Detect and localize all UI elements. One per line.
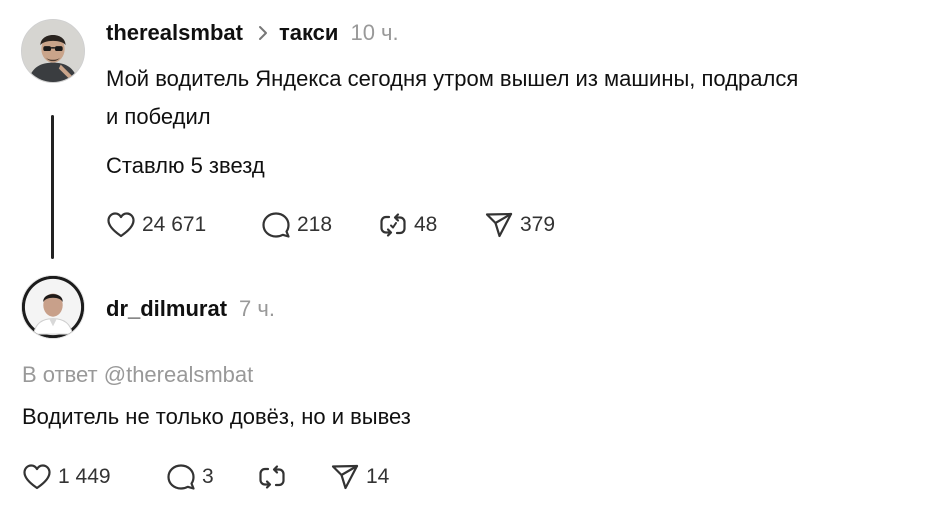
post-timestamp: 10 ч. bbox=[350, 20, 399, 45]
reply-share-count: 14 bbox=[366, 465, 390, 488]
post-text-line-1: Мой водитель Яндекса сегодня утром вышел… bbox=[106, 66, 799, 91]
reply-timestamp: 7 ч. bbox=[239, 296, 275, 321]
reply-repost-button[interactable] bbox=[257, 457, 287, 497]
reply-reply-button[interactable]: 3 bbox=[166, 457, 214, 497]
post-topic-tag[interactable]: такси bbox=[279, 20, 339, 46]
paper-plane-icon bbox=[484, 211, 514, 239]
post-body: Мой водитель Яндекса сегодня утром вышел… bbox=[106, 60, 926, 136]
chevron-right-icon bbox=[251, 21, 275, 45]
post-text-line-2: и победил bbox=[106, 104, 211, 129]
heart-icon bbox=[22, 463, 52, 491]
repost-icon bbox=[378, 211, 408, 239]
repost-button[interactable]: 48 bbox=[378, 205, 437, 245]
share-count: 379 bbox=[520, 213, 556, 236]
like-button[interactable]: 24 671 bbox=[106, 205, 206, 245]
post-text-extra: Ставлю 5 звезд bbox=[106, 153, 265, 178]
comment-bubble-icon bbox=[166, 463, 196, 491]
post-author-username[interactable]: therealsmbat bbox=[106, 20, 243, 46]
reply-reply-count: 3 bbox=[202, 465, 214, 488]
reply-button[interactable]: 218 bbox=[261, 205, 332, 245]
reply-header: dr_dilmurat 7 ч. bbox=[106, 293, 275, 325]
reply-author-avatar[interactable] bbox=[21, 275, 85, 339]
like-count: 24 671 bbox=[142, 213, 207, 236]
post-author-avatar[interactable] bbox=[21, 19, 85, 83]
paper-plane-icon bbox=[330, 463, 360, 491]
reply-like-button[interactable]: 1 449 bbox=[22, 457, 111, 497]
reply-like-count: 1 449 bbox=[58, 465, 111, 488]
reply-author-username[interactable]: dr_dilmurat bbox=[106, 296, 227, 322]
repost-icon bbox=[257, 463, 287, 491]
reply-count: 218 bbox=[297, 213, 333, 236]
reply-share-button[interactable]: 14 bbox=[330, 457, 389, 497]
repost-count: 48 bbox=[414, 213, 438, 236]
avatar-image bbox=[22, 20, 84, 82]
post-header: therealsmbat такси 10 ч. bbox=[106, 17, 399, 49]
thread-connector-line bbox=[51, 115, 54, 259]
reply-to-label[interactable]: В ответ @therealsmbat bbox=[22, 362, 253, 388]
heart-icon bbox=[106, 211, 136, 239]
share-button[interactable]: 379 bbox=[484, 205, 555, 245]
reply-body: Водитель не только довёз, но и вывез bbox=[22, 404, 411, 429]
avatar-image bbox=[22, 276, 84, 338]
comment-bubble-icon bbox=[261, 211, 291, 239]
